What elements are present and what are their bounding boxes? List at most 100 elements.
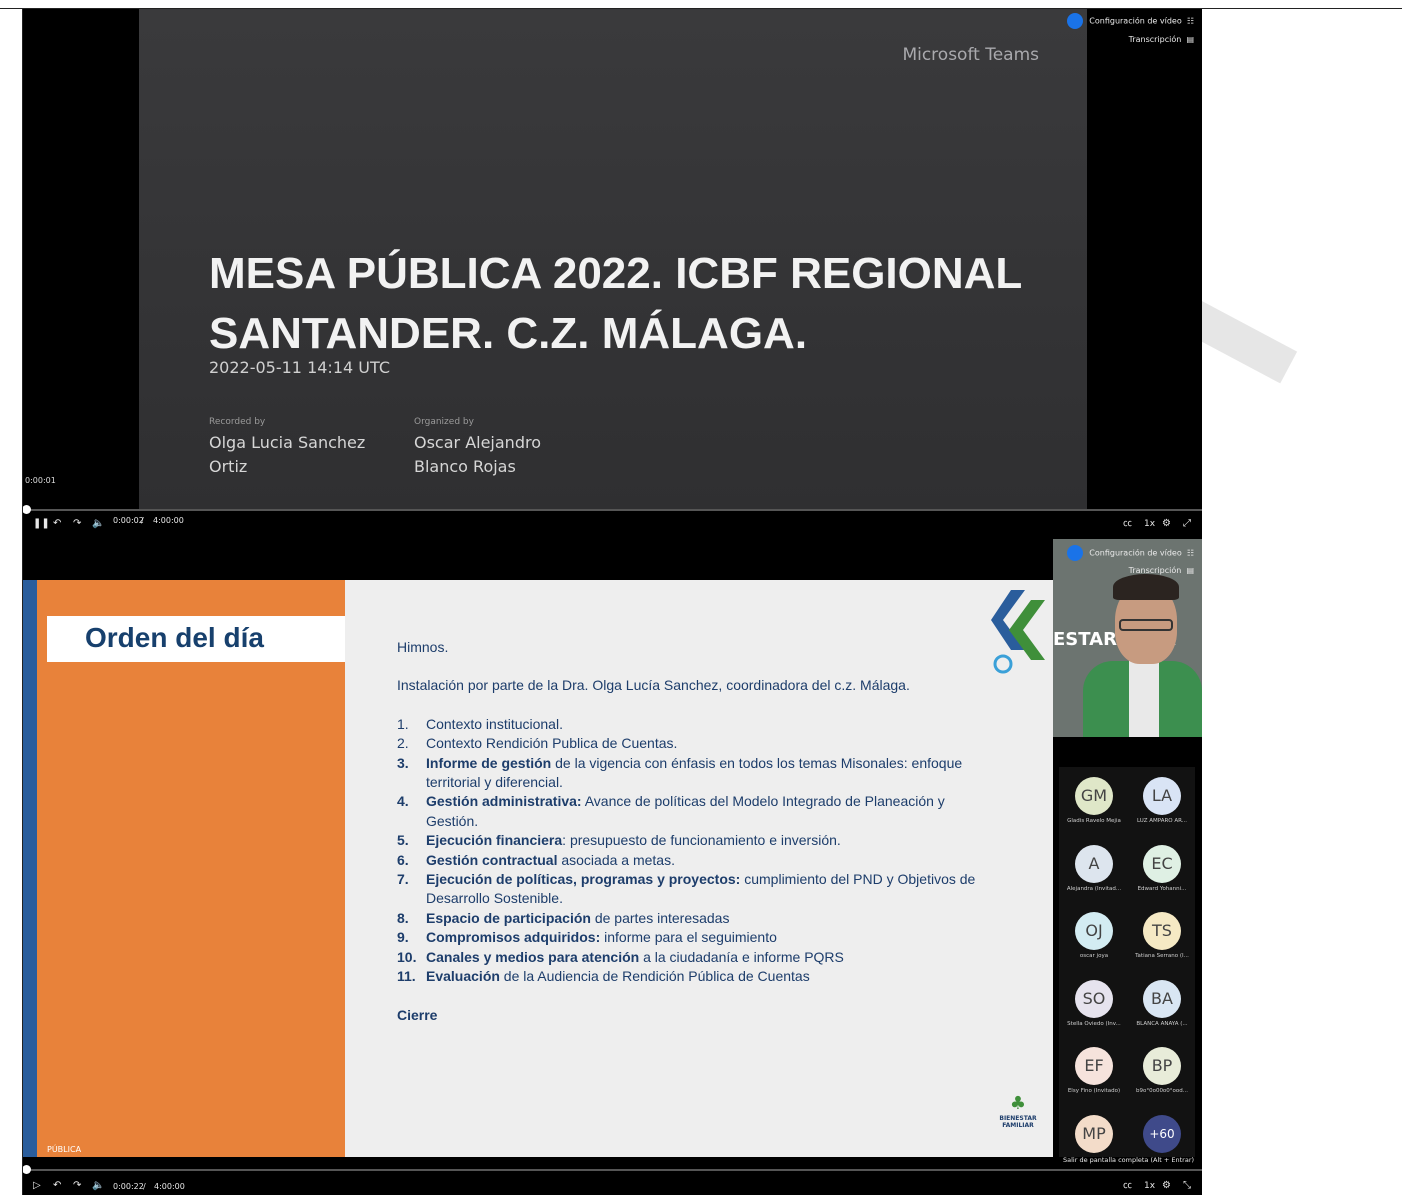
participant-tile[interactable]: OJ oscar joya <box>1063 912 1125 959</box>
slide-orange-panel <box>23 580 345 1157</box>
playback-speed[interactable]: 1x <box>1144 518 1155 530</box>
rewind-10-icon-2[interactable]: ↶ <box>53 1180 61 1192</box>
video-settings-control-2[interactable]: Configuración de vídeo ☷ <box>1067 545 1194 561</box>
settings-gear-icon-2[interactable]: ⚙ <box>1162 1180 1171 1192</box>
meeting-title: MESA PÚBLICA 2022. ICBF REGIONAL SANTAND… <box>209 249 1022 358</box>
recorded-by: Recorded by Olga Lucia Sanchez Ortiz <box>209 417 389 479</box>
participant-tile[interactable]: +60 <box>1131 1114 1193 1156</box>
transcription-control[interactable]: Transcripción ▤ <box>1129 35 1194 44</box>
participant-name: Elsy Fino (Invitado) <box>1067 1088 1121 1094</box>
bienestar-familiar-logo: ♣ BIENESTAR FAMILIAR <box>995 1093 1041 1129</box>
forward-10-icon[interactable]: ↷ <box>73 518 81 530</box>
agenda-item-text: Espacio de participación de partes inter… <box>426 909 729 928</box>
rewind-10-icon[interactable]: ↶ <box>53 518 61 530</box>
agenda-item-heading: Compromisos adquiridos: <box>426 929 601 946</box>
player2-progress-track[interactable] <box>23 1165 1202 1174</box>
player1-progress-knob[interactable] <box>23 505 31 514</box>
forward-10-icon-2[interactable]: ↷ <box>73 1180 81 1192</box>
playback-speed-2[interactable]: 1x <box>1144 1180 1155 1192</box>
agenda-item-text: Ejecución de políticas, programas y proy… <box>426 870 997 909</box>
agenda-list: 1. Contexto institucional. 2. Contexto Rend… <box>397 715 997 987</box>
participant-tile[interactable]: MP <box>1063 1114 1125 1156</box>
speaker-shirt <box>1129 661 1159 737</box>
video-settings-label: Configuración de vídeo <box>1089 16 1182 26</box>
recording-title-card: Microsoft Teams MESA PÚBLICA 2022. ICBF … <box>139 9 1087 509</box>
agenda-title-box: Orden del día <box>47 616 345 662</box>
participant-avatar: MP <box>1075 1114 1113 1153</box>
captions-icon[interactable]: ㏄ <box>1123 518 1132 530</box>
transcription-control-2[interactable]: Transcripción ▤ <box>1129 566 1194 575</box>
agenda-item-text: Compromisos adquiridos: informe para el … <box>426 928 777 947</box>
player2-progress-knob[interactable] <box>23 1165 31 1174</box>
participant-tile[interactable]: GM Gladis Ravelo Mejia <box>1063 777 1125 824</box>
participant-tile[interactable]: SO Stella Oviedo (Inv... <box>1063 979 1125 1027</box>
agenda-item-detail: : presupuesto de funcionamiento e invers… <box>562 832 841 849</box>
participant-tile[interactable]: BP b9o°0o00o0°ood... <box>1131 1047 1193 1094</box>
participant-name: Edward Yohanni... <box>1137 885 1187 892</box>
bienestar-logo-text: BIENESTAR FAMILIAR <box>999 1115 1037 1129</box>
participant-tile[interactable]: EC Edward Yohanni... <box>1131 844 1193 892</box>
participant-avatar: BA <box>1143 979 1181 1018</box>
agenda-intro-1: Himnos. <box>397 639 449 655</box>
settings-gear-icon[interactable]: ⚙ <box>1162 518 1171 530</box>
recorded-by-label: Recorded by <box>209 417 266 427</box>
participant-tile[interactable]: BA BLANCA ANAYA (... <box>1131 979 1193 1027</box>
agenda-item-heading: Canales y medios para atención <box>426 948 640 965</box>
agenda-item-text: Contexto Rendición Publica de Cuentas. <box>426 734 677 753</box>
participant-avatar: EF <box>1075 1047 1113 1085</box>
player1-current-time: 0:00:02 <box>113 516 144 525</box>
player1-progress-track[interactable] <box>23 505 1202 514</box>
video-player-1[interactable]: Microsoft Teams MESA PÚBLICA 2022. ICBF … <box>23 9 1202 539</box>
settings-sliders-icon-2: ☷ <box>1186 548 1194 558</box>
player2-current-time: 0:00:22 <box>113 1182 144 1191</box>
participant-avatar: SO <box>1075 979 1113 1018</box>
participant-tile[interactable]: TS Tatiana Serrano (I... <box>1131 912 1193 959</box>
captions-icon-2[interactable]: ㏄ <box>1123 1180 1132 1192</box>
agenda-item: 6. Gestión contractual asociada a metas. <box>397 851 997 870</box>
agenda-item: 11. Evaluación de la Audiencia de Rendici… <box>397 967 997 986</box>
participant-tile[interactable]: EF Elsy Fino (Invitado) <box>1063 1047 1125 1094</box>
agenda-item: 2. Contexto Rendición Publica de Cuentas. <box>397 734 997 753</box>
volume-icon-2[interactable]: 🔈 <box>92 1180 104 1192</box>
agenda-item-heading: Ejecución de políticas, programas y proy… <box>426 871 741 888</box>
participant-name: b9o°0o00o0°ood... <box>1135 1088 1189 1094</box>
agenda-item-heading: Gestión contractual <box>426 851 558 868</box>
family-figures-icon: ♣ <box>1009 1093 1027 1114</box>
agenda-item-detail: informe para el seguimiento <box>600 929 777 946</box>
agenda-item-heading: Evaluación <box>426 968 500 985</box>
agenda-item-heading: Espacio de participación <box>426 909 591 926</box>
participant-tile[interactable]: LA LUZ AMPARO AR... <box>1131 777 1193 824</box>
fullscreen-icon[interactable]: ⤢ <box>1183 518 1191 530</box>
agenda-item-detail: Contexto Rendición Publica de Cuentas. <box>426 735 678 752</box>
player1-total-time: 4:00:00 <box>153 516 184 525</box>
settings-sliders-icon: ☷ <box>1186 16 1194 26</box>
agenda-item-text: Evaluación de la Audiencia de Rendición … <box>426 967 810 986</box>
transcript-icon: ▤ <box>1186 35 1194 44</box>
agenda-item-detail: de partes interesadas <box>590 909 730 926</box>
participant-name: Gladis Ravelo Mejia <box>1067 818 1121 824</box>
agenda-item-number: 3. <box>397 754 409 771</box>
agenda-intro-2: Instalación por parte de la Dra. Olga Lu… <box>397 677 910 694</box>
agenda-item: 5. Ejecución financiera: presupuesto de f… <box>397 831 997 850</box>
exit-fullscreen-icon[interactable]: ⤡ <box>1183 1180 1191 1192</box>
agenda-item-text: Contexto institucional. <box>426 715 563 734</box>
video-settings-control[interactable]: Configuración de vídeo ☷ <box>1067 13 1194 29</box>
transcript-icon-2: ▤ <box>1186 566 1194 575</box>
participant-tile[interactable]: A Alejandra (Invitad... <box>1063 844 1125 892</box>
icbf-chevron-logo <box>991 590 1045 674</box>
video-settings-toggle-icon-2[interactable] <box>1067 545 1084 561</box>
participant-avatar: EC <box>1143 844 1181 883</box>
agenda-item: 8. Espacio de participación de partes int… <box>397 909 997 928</box>
participant-roster: GM Gladis Ravelo Mejia LA LUZ AMPARO AR... A… <box>1059 767 1195 1157</box>
agenda-item-number: 9. <box>397 929 409 946</box>
slide-footer: PÚBLICA <box>47 1145 82 1154</box>
volume-icon[interactable]: 🔈 <box>92 518 104 530</box>
transcription-label-2: Transcripción <box>1128 566 1182 575</box>
pause-icon[interactable]: ❚❚ <box>33 518 50 530</box>
video-player-2[interactable]: Orden del día PÚBLICA Himnos. Instalació… <box>23 539 1202 1195</box>
presentation-slide: Orden del día PÚBLICA Himnos. Instalació… <box>23 580 1053 1157</box>
participant-avatar: OJ <box>1075 912 1113 950</box>
play-icon[interactable]: ▷ <box>33 1180 41 1192</box>
video-settings-toggle-icon[interactable] <box>1067 13 1084 29</box>
exit-fullscreen-hint: Salir de pantalla completa (Alt + Entrar… <box>1063 1156 1195 1164</box>
